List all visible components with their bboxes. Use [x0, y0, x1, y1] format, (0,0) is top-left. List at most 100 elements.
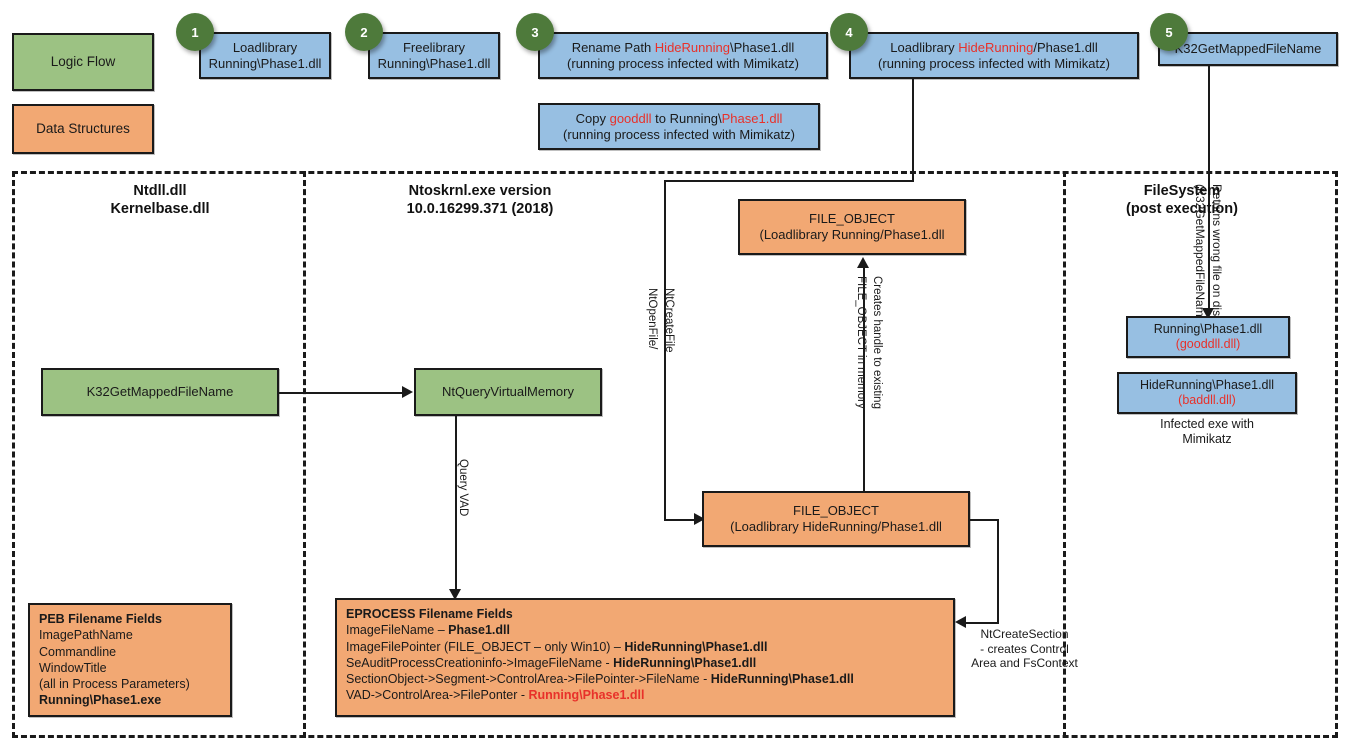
step-2-line2: Running\Phase1.dll — [377, 55, 491, 71]
filesystem-bad-line2: (baddll.dll) — [1178, 393, 1236, 407]
step-4-number: 4 — [845, 24, 853, 40]
copy-pre: Copy — [575, 110, 610, 126]
panel-title-filesystem-line2: (post execution) — [1126, 201, 1238, 218]
panel-title-ntoskrnl-line2: 10.0.16299.371 (2018) — [406, 201, 554, 218]
step-4-line2: (running process infected with Mimikatz) — [878, 55, 1110, 71]
panel-title-filesystem: FileSystem (post execution) — [1082, 182, 1282, 218]
step-2-box[interactable]: Freelibrary Running\Phase1.dll — [368, 32, 500, 79]
step-1-number: 1 — [191, 24, 199, 40]
node-ntquery-label: NtQueryVirtualMemory — [442, 384, 574, 400]
step-5-badge: 5 — [1150, 13, 1188, 51]
panel-title-ntoskrnl-line1: Ntoskrnl.exe version — [408, 183, 552, 199]
step-4-red: HideRunning — [958, 39, 1034, 55]
step-5-number: 5 — [1165, 24, 1173, 40]
filesystem-good-line1: Running\Phase1.dll — [1153, 321, 1263, 336]
panel-title-ntdll-line1: Ntdll.dll — [133, 183, 187, 199]
edge-label-query-vad: Query VAD — [456, 459, 470, 516]
step-3-badge: 3 — [516, 13, 554, 51]
peb-line-4: (all in Process Parameters) — [39, 677, 190, 691]
peb-running-value: Running\Phase1.exe — [39, 693, 162, 708]
file-object-running-line1: FILE_OBJECT — [809, 211, 895, 227]
legend-data-structures: Data Structures — [12, 104, 154, 154]
file-object-hiderunning-line1: FILE_OBJECT — [793, 503, 879, 519]
step-4-box[interactable]: Loadlibrary HideRunning/Phase1.dll (runn… — [849, 32, 1139, 79]
edge-label-creates-handle-1: Creates handle to existing — [870, 276, 884, 409]
step-1-box[interactable]: Loadlibrary Running\Phase1.dll — [199, 32, 331, 79]
file-object-hiderunning-box[interactable]: FILE_OBJECT (Loadlibrary HideRunning/Pha… — [702, 491, 970, 547]
filesystem-good-dll-box[interactable]: Running\Phase1.dll (gooddll.dll) — [1126, 316, 1290, 358]
filesystem-bad-caption: Infected exe with Mimikatz — [1117, 417, 1297, 448]
step-4-post: /Phase1.dll — [1033, 39, 1098, 55]
eprocess-row-2: ImageFilePointer (FILE_OBJECT – only Win… — [346, 639, 767, 655]
copy-line2: (running process infected with Mimikatz) — [563, 126, 795, 142]
legend-logic-flow: Logic Flow — [12, 33, 154, 91]
edge-ntcreatesection-down — [997, 519, 999, 622]
copy-red-phase1: Phase1.dll — [721, 110, 783, 126]
panel-divider-ntdll-ntoskrnl — [303, 171, 306, 738]
step-3-post: \Phase1.dll — [729, 39, 795, 55]
copy-mid: to Running\ — [651, 110, 722, 126]
copy-line1: Copy gooddll to Running\Phase1.dll — [576, 111, 783, 127]
step-4-pre: Loadlibrary — [890, 39, 959, 55]
eprocess-title: EPROCESS Filename Fields — [346, 607, 513, 621]
diagram-canvas: Logic Flow Data Structures 1 Loadlibrary… — [0, 0, 1350, 750]
eprocess-row-1-value: Phase1.dll — [448, 623, 510, 638]
step-3-line1: Rename Path HideRunning\Phase1.dll — [572, 40, 795, 56]
step-3-pre: Rename Path — [571, 39, 655, 55]
legend-logic-flow-label: Logic Flow — [50, 53, 116, 69]
eprocess-row-1: ImageFileName – Phase1.dll — [346, 622, 510, 638]
eprocess-row-5-label: VAD->ControlArea->FilePonter - — [346, 688, 529, 703]
ntcreatesection-text-2: - creates Control — [980, 641, 1069, 656]
query-vad-text: Query VAD — [457, 459, 469, 517]
eprocess-row-1-label: ImageFileName – — [346, 623, 449, 638]
step-2-badge: 2 — [345, 13, 383, 51]
eprocess-row-3-value: HideRunning\Phase1.dll — [613, 655, 757, 670]
step-2-line1: Freelibrary — [402, 39, 466, 55]
edge-step4-down — [912, 79, 914, 180]
edge-label-ntcreatesection: NtCreateSection - creates Control Area a… — [962, 627, 1087, 671]
step-3-box[interactable]: Rename Path HideRunning\Phase1.dll (runn… — [538, 32, 828, 79]
edge-creates-handle-arrowhead — [857, 257, 869, 268]
copy-red-gooddll: gooddll — [609, 110, 652, 126]
file-object-running-box[interactable]: FILE_OBJECT (Loadlibrary Running/Phase1.… — [738, 199, 966, 255]
step-1-line2: Running\Phase1.dll — [208, 55, 322, 71]
ntopenfile-text: NtOpenFile/ — [646, 288, 658, 350]
creates-handle-text-2: FILE_OBJECT in memory — [855, 276, 867, 409]
peb-line-1: ImagePathName — [39, 628, 133, 643]
legend-data-structures-label: Data Structures — [36, 120, 130, 136]
edge-ntcreatesection-right-top — [968, 519, 999, 521]
peb-line-2: Commandline — [39, 644, 117, 659]
step-3-line2: (running process infected with Mimikatz) — [567, 55, 799, 71]
filesystem-bad-caption-2: Mimikatz — [1182, 432, 1232, 447]
edge-k32-to-ntquery — [279, 392, 403, 394]
eprocess-row-4-label: SectionObject->Segment->ControlArea->Fil… — [346, 672, 711, 686]
step-1-badge: 1 — [176, 13, 214, 51]
panel-title-ntdll: Ntdll.dll Kernelbase.dll — [40, 182, 280, 218]
eprocess-row-4: SectionObject->Segment->ControlArea->Fil… — [346, 671, 854, 687]
peb-filename-fields-box[interactable]: PEB Filename Fields ImagePathName Comman… — [28, 603, 232, 717]
step-5-line1: K32GetMappedFileName — [1174, 41, 1322, 57]
eprocess-row-2-label: ImageFilePointer (FILE_OBJECT – only Win… — [346, 639, 625, 654]
node-ntqueryvirtualmemory[interactable]: NtQueryVirtualMemory — [414, 368, 602, 416]
eprocess-row-5: VAD->ControlArea->FilePonter - Running\P… — [346, 687, 644, 703]
creates-handle-text-1: Creates handle to existing — [871, 276, 883, 409]
filesystem-bad-dll-box[interactable]: HideRunning\Phase1.dll (baddll.dll) — [1117, 372, 1297, 414]
eprocess-row-5-value: Running\Phase1.dll — [528, 688, 645, 703]
copy-gooddll-box[interactable]: Copy gooddll to Running\Phase1.dll (runn… — [538, 103, 820, 150]
step-3-number: 3 — [531, 24, 539, 40]
edge-label-ntopenfile: NtOpenFile/ — [645, 288, 659, 349]
eprocess-row-4-value: HideRunning\Phase1.dll — [710, 672, 854, 686]
node-k32getmappedfilename[interactable]: K32GetMappedFileName — [41, 368, 279, 416]
panel-title-filesystem-line1: FileSystem — [1143, 183, 1221, 199]
filesystem-good-line2: (gooddll.dll) — [1175, 337, 1241, 351]
step-1-line1: Loadlibrary — [232, 39, 298, 55]
eprocess-row-3-label: SeAuditProcessCreationinfo->ImageFileNam… — [346, 655, 614, 670]
file-object-running-line2: (Loadlibrary Running/Phase1.dll — [759, 227, 945, 242]
eprocess-filename-fields-box[interactable]: EPROCESS Filename Fields ImageFileName –… — [335, 598, 955, 717]
filesystem-bad-caption-1: Infected exe with — [1160, 417, 1254, 431]
eprocess-row-3: SeAuditProcessCreationinfo->ImageFileNam… — [346, 655, 756, 671]
panel-title-ntdll-line2: Kernelbase.dll — [110, 201, 210, 218]
filesystem-bad-line1: HideRunning\Phase1.dll — [1139, 377, 1275, 392]
peb-line-3: WindowTitle — [39, 660, 107, 675]
eprocess-row-2-value: HideRunning\Phase1.dll — [624, 639, 768, 654]
